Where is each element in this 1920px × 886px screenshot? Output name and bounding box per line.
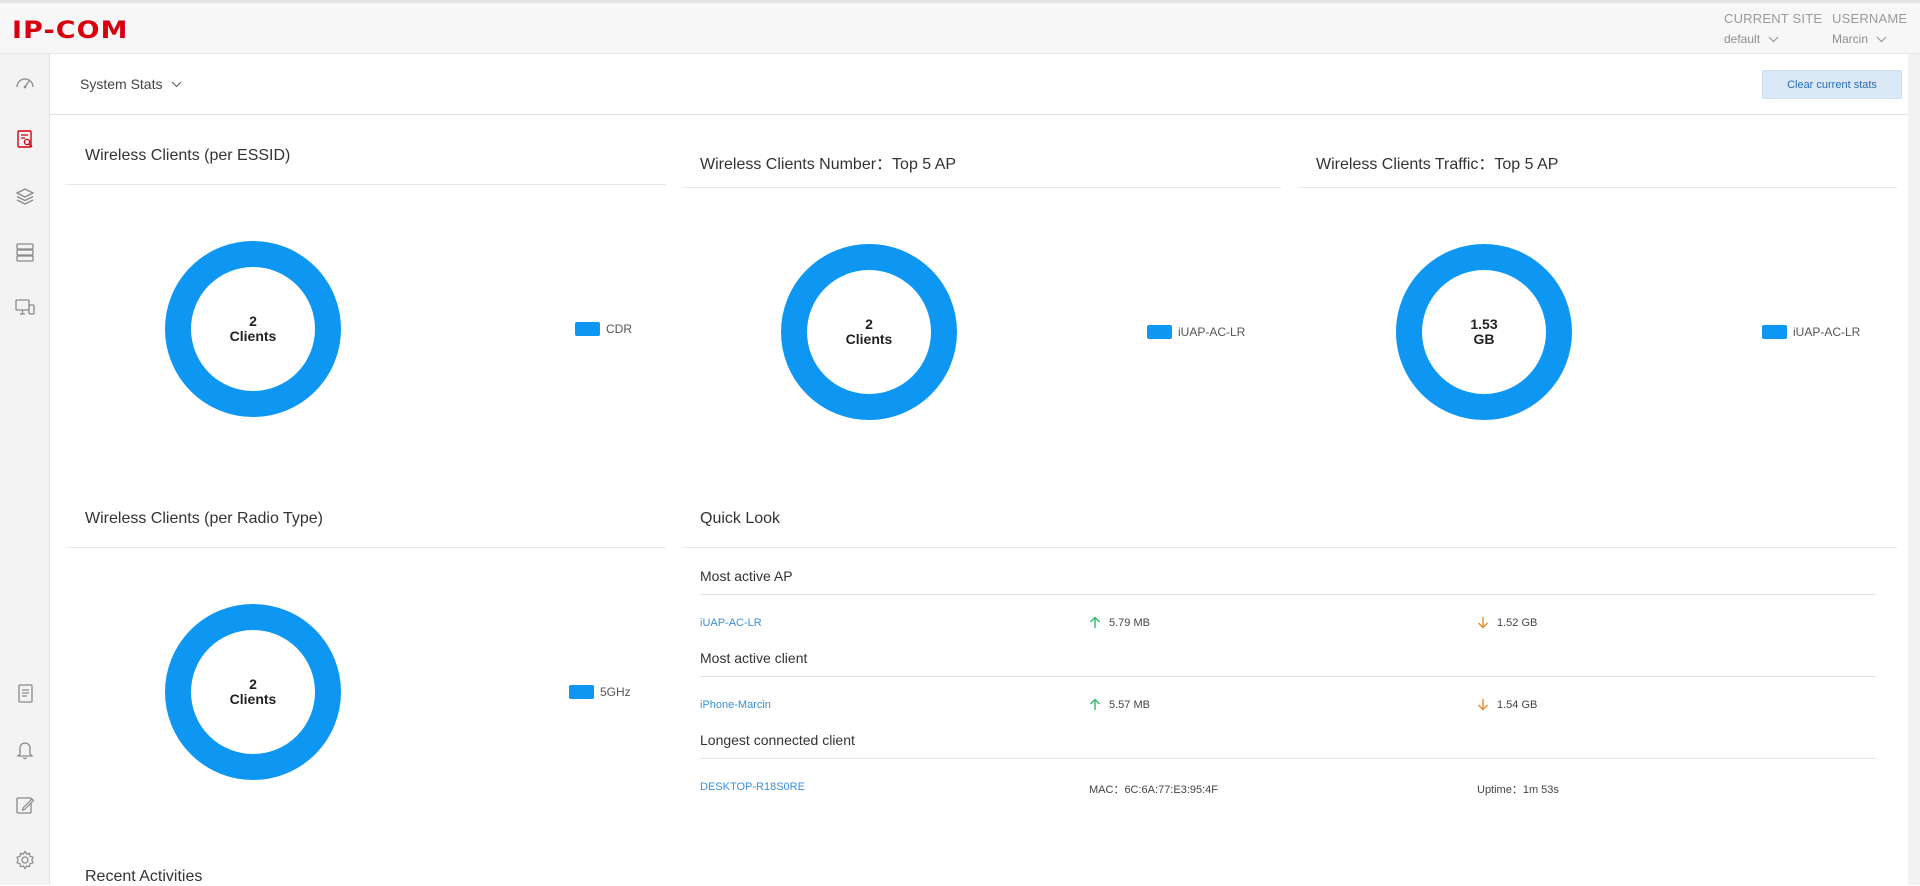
stats-toolbar: System Stats Clear current stats bbox=[50, 54, 1908, 115]
most-active-ap-link[interactable]: iUAP-AC-LR bbox=[700, 617, 762, 629]
top5-number-donut-center: 2 Clients bbox=[779, 317, 959, 347]
arrow-down-icon bbox=[1478, 699, 1488, 711]
legend-swatch bbox=[1147, 325, 1172, 339]
chevron-down-icon bbox=[172, 81, 182, 87]
ip-com-logo[interactable]: IP-COM bbox=[12, 16, 128, 44]
client-uptime: Uptime：1m 53s bbox=[1477, 784, 1559, 796]
donut-unit: Clients bbox=[229, 691, 277, 707]
current-site-selector[interactable]: CURRENT SITE default bbox=[1724, 11, 1822, 46]
donut-value: 1.53 bbox=[1470, 316, 1498, 332]
legend-label: 5GHz bbox=[600, 685, 631, 699]
current-site-value: default bbox=[1724, 32, 1761, 46]
download-value: 1.54 GB bbox=[1497, 698, 1538, 711]
username-selector[interactable]: USERNAME Marcin bbox=[1832, 11, 1907, 46]
donut-value: 2 bbox=[249, 313, 257, 329]
chevron-down-icon bbox=[1768, 36, 1779, 42]
client-upload: 5.57 MB bbox=[1089, 698, 1150, 711]
arrow-up-icon bbox=[1090, 698, 1100, 710]
top5-traffic-donut-center: 1.53 GB bbox=[1394, 317, 1574, 347]
divider bbox=[65, 547, 666, 548]
quick-look-title: Quick Look bbox=[700, 510, 781, 527]
legend-swatch bbox=[575, 322, 600, 336]
divider bbox=[681, 547, 1897, 548]
username-label: USERNAME bbox=[1832, 11, 1908, 26]
clients-icon[interactable] bbox=[13, 295, 37, 319]
divider bbox=[681, 187, 1281, 188]
divider bbox=[1297, 187, 1897, 188]
legend-label: iUAP-AC-LR bbox=[1793, 325, 1861, 339]
most-active-client-label: Most active client bbox=[700, 650, 808, 666]
radio-type-legend-item[interactable]: 5GHz bbox=[569, 685, 631, 699]
longest-connected-client-label: Longest connected client bbox=[700, 732, 855, 748]
ap-download: 1.52 GB bbox=[1477, 616, 1537, 629]
divider bbox=[700, 676, 1876, 677]
most-active-ap-label: Most active AP bbox=[700, 568, 793, 584]
top5-number-legend-item[interactable]: iUAP-AC-LR bbox=[1147, 325, 1245, 339]
donut-value: 2 bbox=[865, 316, 873, 332]
essid-legend-item[interactable]: CDR bbox=[575, 322, 632, 336]
divider bbox=[700, 758, 1876, 759]
most-active-client-link[interactable]: iPhone-Marcin bbox=[700, 699, 771, 711]
divider bbox=[65, 184, 666, 185]
app-header: IP-COM CURRENT SITE default USERNAME Mar… bbox=[0, 0, 1920, 54]
radio-type-donut-center: 2 Clients bbox=[163, 677, 343, 707]
system-stats-label: System Stats bbox=[80, 76, 163, 92]
log-icon[interactable] bbox=[13, 681, 37, 705]
layers-icon[interactable] bbox=[13, 184, 37, 208]
system-stats-dropdown[interactable]: System Stats bbox=[80, 76, 182, 92]
devices-icon[interactable] bbox=[13, 240, 37, 264]
longest-client-link[interactable]: DESKTOP-R18S0RE bbox=[700, 781, 805, 793]
ap-upload: 5.79 MB bbox=[1089, 616, 1150, 629]
upload-value: 5.57 MB bbox=[1109, 698, 1150, 711]
donut-value: 2 bbox=[249, 676, 257, 692]
essid-donut-center: 2 Clients bbox=[163, 314, 343, 344]
legend-swatch bbox=[1762, 325, 1787, 339]
panel-title-top5-number: Wireless Clients Number：Top 5 AP bbox=[700, 156, 957, 173]
username-dropdown[interactable]: Marcin bbox=[1832, 32, 1907, 46]
panel-title-essid: Wireless Clients (per ESSID) bbox=[85, 147, 291, 164]
client-download: 1.54 GB bbox=[1477, 698, 1537, 711]
upload-value: 5.79 MB bbox=[1109, 616, 1150, 629]
username-value: Marcin bbox=[1832, 32, 1869, 46]
scrollbar-track[interactable] bbox=[1908, 54, 1920, 885]
chevron-down-icon bbox=[1876, 36, 1887, 42]
current-site-dropdown[interactable]: default bbox=[1724, 32, 1822, 46]
panel-title-top5-traffic: Wireless Clients Traffic：Top 5 AP bbox=[1316, 156, 1559, 173]
recent-activities-title: Recent Activities bbox=[85, 868, 203, 885]
statistics-icon[interactable] bbox=[13, 127, 37, 151]
donut-unit: Clients bbox=[229, 328, 277, 344]
donut-unit: GB bbox=[1473, 331, 1495, 347]
sidebar-nav bbox=[0, 54, 50, 885]
edit-icon[interactable] bbox=[13, 793, 37, 817]
legend-label: CDR bbox=[606, 322, 632, 336]
settings-icon[interactable] bbox=[13, 848, 37, 872]
divider bbox=[700, 594, 1876, 595]
bell-icon[interactable] bbox=[13, 737, 37, 761]
arrow-down-icon bbox=[1478, 617, 1488, 629]
download-value: 1.52 GB bbox=[1497, 616, 1538, 629]
donut-unit: Clients bbox=[845, 331, 893, 347]
top5-traffic-legend-item[interactable]: iUAP-AC-LR bbox=[1762, 325, 1860, 339]
panel-title-radio-type: Wireless Clients (per Radio Type) bbox=[85, 510, 324, 527]
dashboard-icon[interactable] bbox=[13, 71, 37, 95]
client-mac: MAC：6C:6A:77:E3:95:4F bbox=[1089, 784, 1219, 796]
legend-label: iUAP-AC-LR bbox=[1178, 325, 1246, 339]
clear-current-stats-button[interactable]: Clear current stats bbox=[1762, 70, 1902, 99]
arrow-up-icon bbox=[1090, 616, 1100, 628]
legend-swatch bbox=[569, 685, 594, 699]
current-site-label: CURRENT SITE bbox=[1724, 11, 1823, 26]
